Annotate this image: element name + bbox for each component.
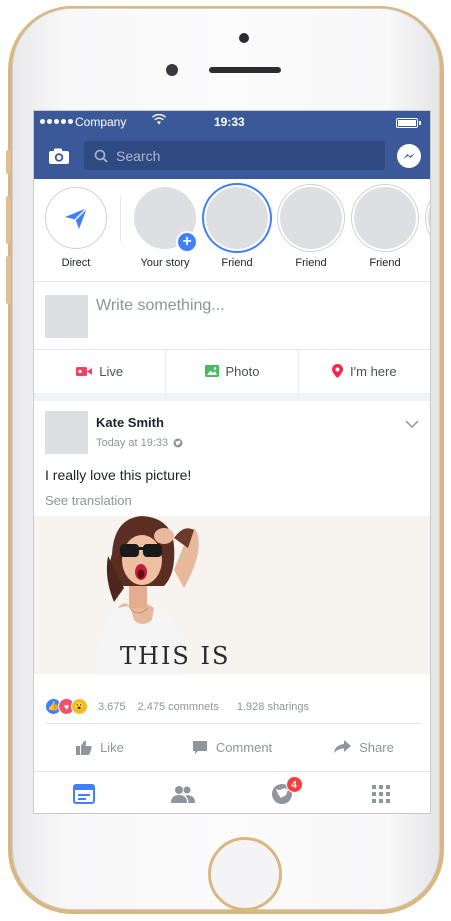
volume-up-button xyxy=(6,196,11,244)
tab-friends[interactable] xyxy=(133,772,232,813)
post-time-text: Today at 19:33 xyxy=(96,437,169,449)
search-icon xyxy=(94,149,108,163)
friend-story-avatar xyxy=(354,187,416,249)
comments-count[interactable]: 2.475 commnets xyxy=(138,701,219,713)
bottom-tab-bar: 4 xyxy=(34,771,430,813)
grid-menu-icon xyxy=(371,784,390,803)
news-feed-icon xyxy=(72,783,95,804)
comment-icon xyxy=(192,740,207,754)
photo-button[interactable]: Photo xyxy=(165,349,299,393)
camera-button[interactable] xyxy=(46,145,72,167)
reactions-count[interactable]: 3.675 xyxy=(98,701,126,713)
story-label: Friend xyxy=(369,257,401,269)
shirt-text: THIS IS xyxy=(120,642,230,670)
like-button[interactable]: Like xyxy=(34,729,166,765)
composer-input[interactable]: Write something... xyxy=(96,297,225,315)
status-bar: Company 19:33 xyxy=(34,111,430,133)
friend-story-avatar xyxy=(280,187,342,249)
post-action-bar: Like Comment Share xyxy=(34,729,430,765)
stories-divider xyxy=(120,197,121,241)
app-screen: Company 19:33 Search Direct + Your story… xyxy=(33,110,431,814)
post-author-name[interactable]: Kate Smith xyxy=(96,415,164,430)
earpiece-dot xyxy=(239,33,249,43)
tab-news-feed[interactable] xyxy=(34,772,133,813)
home-button[interactable] xyxy=(208,837,282,911)
comment-button[interactable]: Comment xyxy=(166,729,298,765)
stories-row: Direct + Your story Friend Friend Friend xyxy=(34,179,430,279)
divider xyxy=(34,281,430,282)
live-label: Live xyxy=(99,363,124,379)
like-label: Like xyxy=(100,739,124,755)
photo-label: Photo xyxy=(225,363,260,379)
comment-label: Comment xyxy=(215,739,273,755)
woman-sunglasses-photo: THIS IS xyxy=(34,516,430,674)
thumbs-up-icon xyxy=(76,740,92,755)
post-photo[interactable]: THIS IS xyxy=(34,516,430,674)
shares-count[interactable]: 1.928 sharings xyxy=(237,701,309,713)
battery-icon xyxy=(396,118,421,128)
globe-icon xyxy=(173,438,183,448)
story-label: Direct xyxy=(61,257,91,269)
app-header: Company 19:33 Search xyxy=(34,111,430,179)
wifi-icon xyxy=(152,113,166,128)
story-friend-partial[interactable] xyxy=(426,187,430,249)
photo-icon xyxy=(204,365,219,377)
story-friend[interactable]: Friend xyxy=(352,187,418,269)
story-friend[interactable]: Friend xyxy=(278,187,344,269)
your-story-avatar: + xyxy=(134,187,198,253)
story-label: Friend xyxy=(221,257,253,269)
divider xyxy=(45,723,421,724)
camera-icon xyxy=(49,148,69,164)
status-time: 19:33 xyxy=(214,115,245,129)
friends-icon xyxy=(170,785,195,803)
post-author-avatar[interactable] xyxy=(45,411,88,454)
friend-story-avatar xyxy=(206,187,268,249)
post-timestamp: Today at 19:33 xyxy=(96,437,183,449)
share-button[interactable]: Share xyxy=(298,729,430,765)
location-pin-icon xyxy=(332,364,344,378)
composer-avatar xyxy=(45,295,88,338)
story-label: Friend xyxy=(295,257,327,269)
section-separator xyxy=(34,393,430,401)
send-arrow-icon xyxy=(65,207,88,229)
direct-circle xyxy=(45,187,107,249)
composer-actions: Live Photo I'm here xyxy=(34,349,430,393)
live-button[interactable]: Live xyxy=(34,349,165,393)
wow-reaction-icon: 😮 xyxy=(71,698,88,715)
video-camera-icon xyxy=(76,366,93,376)
story-label: Your story xyxy=(140,257,190,269)
carrier-name: Company xyxy=(75,115,127,129)
post-stats: 👍 ♥ 😮 3.675 2.475 commnets 1.928 sharing… xyxy=(45,698,309,715)
see-translation-link[interactable]: See translation xyxy=(45,493,132,508)
chevron-down-icon xyxy=(405,420,419,429)
reaction-icons[interactable]: 👍 ♥ 😮 xyxy=(45,698,88,715)
post-options-button[interactable] xyxy=(405,416,419,434)
share-label: Share xyxy=(359,739,394,755)
signal-strength-icon xyxy=(40,119,73,124)
checkin-label: I'm here xyxy=(350,363,397,379)
story-direct[interactable]: Direct xyxy=(43,187,109,269)
speaker-grille xyxy=(209,67,281,73)
tab-notifications[interactable]: 4 xyxy=(232,772,331,813)
add-story-plus-icon[interactable]: + xyxy=(176,231,198,253)
search-placeholder: Search xyxy=(116,147,161,164)
front-camera xyxy=(166,64,178,76)
post-text: I really love this picture! xyxy=(45,467,192,483)
story-your-story[interactable]: + Your story xyxy=(132,187,198,269)
tab-menu[interactable] xyxy=(331,772,430,813)
share-arrow-icon xyxy=(334,740,352,753)
messenger-icon xyxy=(403,153,415,159)
mute-switch xyxy=(6,150,11,174)
search-input[interactable]: Search xyxy=(84,141,385,170)
notifications-badge: 4 xyxy=(285,776,303,793)
messenger-button[interactable] xyxy=(397,144,421,168)
story-friend[interactable]: Friend xyxy=(204,187,270,269)
checkin-button[interactable]: I'm here xyxy=(299,349,430,393)
friend-story-avatar xyxy=(428,187,430,249)
volume-down-button xyxy=(6,256,11,304)
